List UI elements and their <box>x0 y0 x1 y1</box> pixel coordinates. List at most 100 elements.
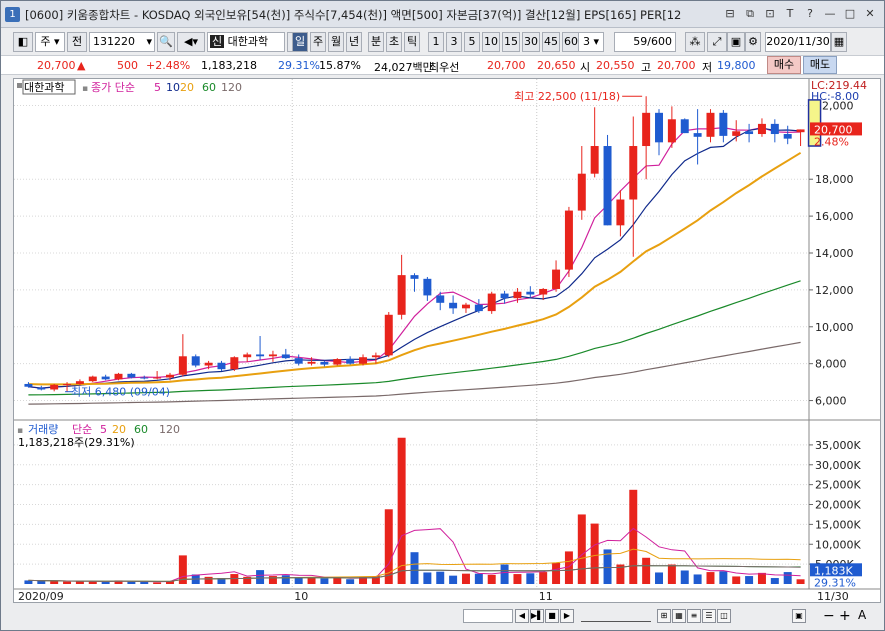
quote-bar: 20,700 ▲ 500 +2.48% 1,183,218 29.31% 15.… <box>1 55 884 75</box>
volume-bar <box>757 572 766 584</box>
interval-year-tab[interactable]: 년 <box>346 32 362 52</box>
volume-bar <box>333 577 342 584</box>
minute-button-5[interactable]: 5 <box>464 32 480 52</box>
stock-chart-svg[interactable]: 22,00018,00016,00014,00012,00010,0008,00… <box>14 79 880 603</box>
stop-icon[interactable]: ■ <box>545 609 559 623</box>
low-annotation: 최저 6,480 (09/04) <box>71 386 170 399</box>
rows-icon[interactable]: ☰ <box>702 609 716 623</box>
volume-bar <box>153 582 162 584</box>
price-tick-label: 10,000 <box>815 321 854 334</box>
interval-month-tab[interactable]: 월 <box>328 32 344 52</box>
candle-body <box>757 123 766 135</box>
prev-button[interactable]: 전 <box>67 32 87 52</box>
link-window-icon[interactable]: ⧉ <box>742 6 758 22</box>
chart-area[interactable]: 22,000 18,000 16,000 14,000 12,000 10,000 8,00… <box>13 78 881 603</box>
minute-button-3[interactable]: 3 <box>446 32 462 52</box>
minimize-icon[interactable]: — <box>822 6 838 22</box>
minute-button-10[interactable]: 10 <box>482 32 500 52</box>
scroll-track[interactable] <box>463 609 513 623</box>
minute-button-1[interactable]: 1 <box>428 32 444 52</box>
volume-bar <box>629 489 638 584</box>
candle-body <box>320 361 329 365</box>
settings-gear-icon[interactable]: ⚙ <box>745 32 761 52</box>
volume-bar <box>796 579 805 584</box>
candle-body <box>667 119 676 143</box>
zoom-out-button[interactable]: − <box>823 608 835 624</box>
minute-button-15[interactable]: 15 <box>502 32 520 52</box>
volume-bar <box>127 581 136 584</box>
interval-day-tab[interactable]: 일 <box>292 32 308 52</box>
save-screen-icon[interactable]: ⊡ <box>762 6 778 22</box>
volume-bar <box>539 572 548 584</box>
candle-body <box>397 275 406 315</box>
price-tick-label: 8,000 <box>815 358 847 371</box>
candle-body <box>655 112 663 143</box>
volume-bar <box>552 562 561 584</box>
bid-price: 20,650 <box>537 59 576 72</box>
stock-name-field: 신 대한과학 <box>207 32 285 52</box>
volume-bar <box>474 573 483 584</box>
minute-button-45[interactable]: 45 <box>542 32 560 52</box>
zoom-in-button[interactable]: + <box>839 608 851 624</box>
indicator-icon[interactable]: ⁂ <box>685 32 705 52</box>
scroll-right-icon[interactable]: ▶ <box>560 609 574 623</box>
window-controls: ⊟ ⧉ ⊡ T ? — □ ✕ <box>722 6 878 22</box>
volume-bar <box>307 578 316 584</box>
volume-bar <box>745 576 754 584</box>
draw-tool-icon[interactable]: ⤢ <box>707 32 727 52</box>
window-title: [0600] 키움종합차트 - KOSDAQ 외국인보유[54(천)] 주식수[… <box>25 8 682 22</box>
help-icon[interactable]: ? <box>802 6 818 22</box>
volume-bar <box>732 576 741 584</box>
zoom-slider[interactable] <box>581 610 651 622</box>
close-icon[interactable]: ✕ <box>862 6 878 22</box>
grid-icon[interactable]: ▦ <box>672 609 686 623</box>
interval-tick-tab[interactable]: 틱 <box>404 32 420 52</box>
stock-code-input[interactable]: 131220 ▾ <box>89 32 155 52</box>
save-icon[interactable]: ▣ <box>727 32 745 52</box>
split-icon[interactable]: ◫ <box>717 609 731 623</box>
font-size-button[interactable]: A <box>858 608 866 622</box>
candle-body <box>346 359 355 364</box>
panel-toggle-icon[interactable]: ◧ <box>13 32 33 52</box>
candle-body <box>449 302 458 309</box>
volume-bar <box>101 582 110 584</box>
volume-bar <box>410 552 419 584</box>
interval-input[interactable]: 3 ▾ <box>578 32 604 52</box>
data-count-field[interactable]: 59/600 <box>614 32 676 52</box>
volume-bar <box>204 576 213 584</box>
pin-icon[interactable]: ▣ <box>792 609 806 623</box>
volume-bar <box>294 577 303 584</box>
volume-legend-prefix: 단순 <box>72 423 92 436</box>
current-volume-pct-label: 29.31% <box>814 576 856 589</box>
candle-body <box>243 354 252 358</box>
volume-bar <box>706 572 715 584</box>
maximize-icon[interactable]: □ <box>842 6 858 22</box>
interval-week-tab[interactable]: 주 <box>310 32 326 52</box>
candle-body <box>410 275 419 279</box>
volume-legend-bullet: ▪ <box>17 426 23 436</box>
layout-icon[interactable]: ⊟ <box>722 6 738 22</box>
scroll-left-icon[interactable]: ◀ <box>515 609 529 623</box>
date-input[interactable]: 2020/11/30 <box>765 32 831 52</box>
font-icon[interactable]: T <box>782 6 798 22</box>
interval-minute-tab[interactable]: 분 <box>368 32 384 52</box>
sell-button[interactable]: 매도 <box>803 56 837 74</box>
low-label: 저 <box>702 61 713 74</box>
search-icon[interactable]: 🔍 <box>157 32 175 52</box>
volume-bar <box>397 437 406 584</box>
fit-icon[interactable]: ⊞ <box>657 609 671 623</box>
period-type-select[interactable]: 주 ▾ <box>35 32 65 52</box>
price-legend-prefix: 종가 단순 <box>91 81 135 94</box>
minute-button-30[interactable]: 30 <box>522 32 540 52</box>
volume-bar <box>320 578 329 584</box>
buy-button[interactable]: 매수 <box>767 56 801 74</box>
list-icon[interactable]: ≡ <box>687 609 701 623</box>
interval-second-tab[interactable]: 초 <box>386 32 402 52</box>
calendar-icon[interactable]: ▦ <box>831 32 847 52</box>
volume-value-text: 1,183,218주(29.31%) <box>18 436 135 449</box>
candle-body <box>50 384 59 390</box>
speaker-icon[interactable]: ◀▾ <box>177 32 205 52</box>
play-icon[interactable]: ▶▌ <box>530 609 544 623</box>
volume-bar <box>642 557 651 584</box>
chart-window: 1 [0600] 키움종합차트 - KOSDAQ 외국인보유[54(천)] 주식… <box>0 0 885 631</box>
